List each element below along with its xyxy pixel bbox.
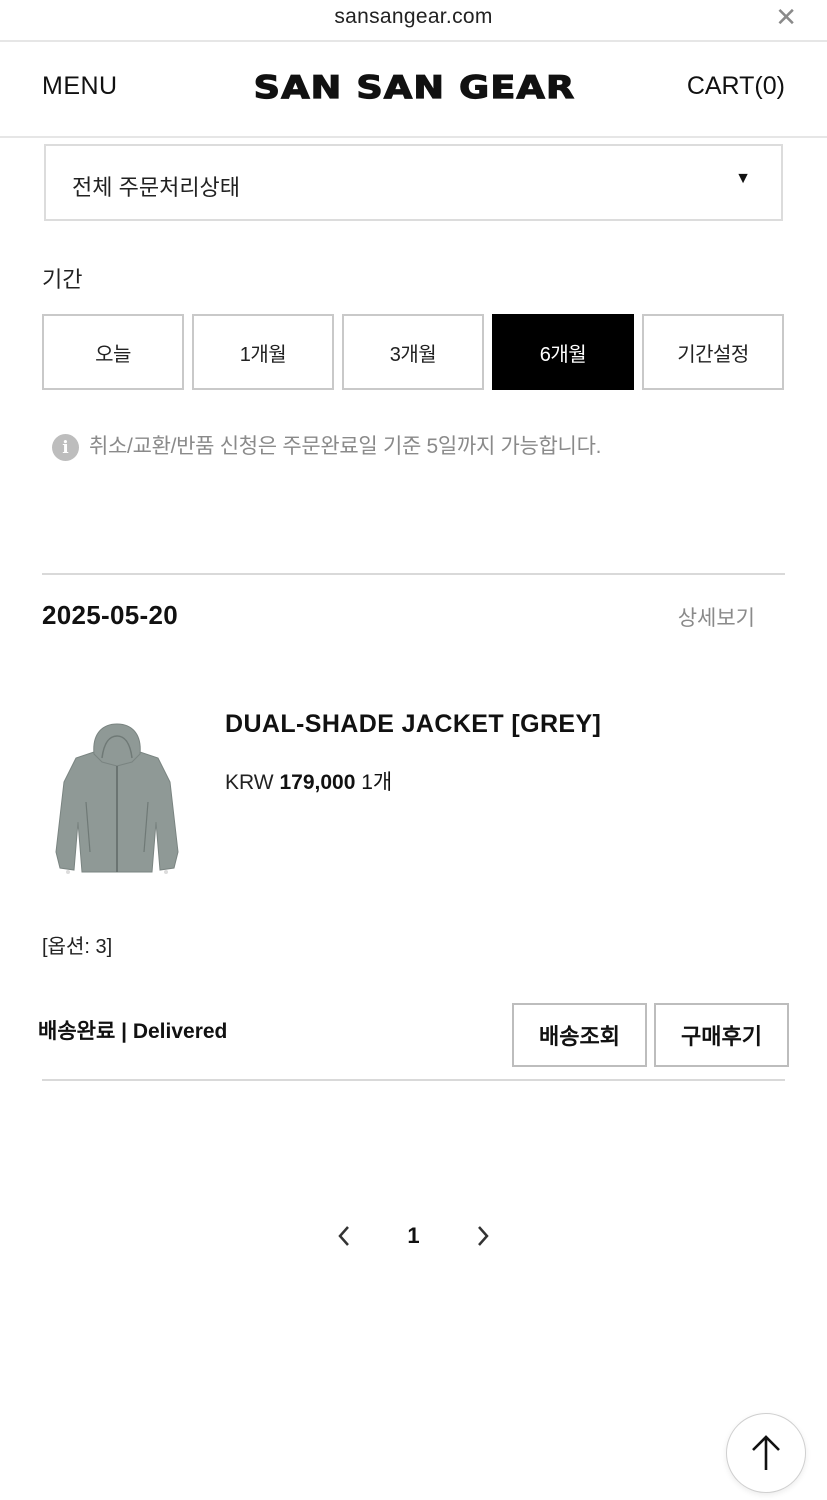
period-button-1-month[interactable]: 1개월 [192,314,334,390]
prev-page-button[interactable] [329,1218,359,1254]
period-button-today[interactable]: 오늘 [42,314,184,390]
write-review-button[interactable]: 구매후기 [654,1003,789,1067]
order-actions: 배송조회 구매후기 [505,1003,789,1067]
next-page-button[interactable] [468,1218,498,1254]
period-button-6-months[interactable]: 6개월 [492,314,634,390]
menu-button[interactable]: MENU [42,72,118,101]
period-button-custom[interactable]: 기간설정 [642,314,784,390]
delivery-status: 배송완료 | Delivered [38,1020,228,1043]
order-date: 2025-05-20 [42,600,178,630]
product-quantity: 1개 [361,771,393,794]
product-price: 179,000 [279,771,356,794]
product-thumbnail[interactable] [46,722,188,880]
cart-button[interactable]: CART(0) [687,72,785,101]
order-top-divider [42,573,785,575]
cancellation-notice: i 취소/교환/반품 신청은 주문완료일 기준 5일까지 가능합니다. [52,428,601,461]
chevron-left-icon [338,1226,350,1246]
arrow-up-icon [752,1435,780,1470]
track-delivery-button[interactable]: 배송조회 [512,1003,647,1067]
caret-down-icon: ▼ [735,170,751,187]
site-header: MENU SAN SAN GEAR CART(0) [0,42,827,138]
browser-url-bar: sansangear.com ✕ [0,0,827,42]
chevron-right-icon [477,1226,489,1246]
info-icon: i [52,434,79,461]
period-button-3-months[interactable]: 3개월 [342,314,484,390]
order-detail-link[interactable]: 상세보기 [678,602,755,632]
url-text[interactable]: sansangear.com [0,5,827,29]
period-label: 기간 [42,267,83,292]
scroll-to-top-button[interactable] [726,1413,806,1493]
notice-text: 취소/교환/반품 신청은 주문완료일 기준 5일까지 가능합니다. [89,434,602,458]
product-option: [옵션: 3] [42,936,113,958]
order-status-select[interactable]: 전체 주문처리상태 ▼ [44,144,783,221]
page-number-current[interactable]: 1 [407,1223,419,1249]
order-status-selected-value: 전체 주문처리상태 [72,175,241,200]
brand-logo[interactable]: SAN SAN GEAR [187,69,641,106]
pagination: 1 [0,1218,827,1254]
product-price-line: KRW 179,000 1개 [225,766,392,796]
product-name[interactable]: DUAL-SHADE JACKET [GREY] [225,710,601,739]
order-bottom-divider [42,1079,785,1081]
close-icon[interactable]: ✕ [775,3,797,33]
currency-label: KRW [225,771,274,794]
period-button-group: 오늘 1개월 3개월 6개월 기간설정 [42,314,784,390]
